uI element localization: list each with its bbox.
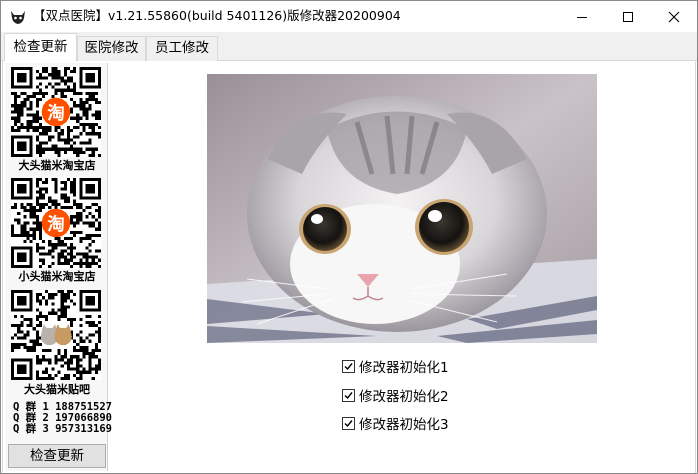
trainer-window: 【双点医院】v1.21.55860(build 5401126)版修改器2020… <box>0 0 698 474</box>
qq-group-3: Q 群 3 957313169 <box>13 423 113 435</box>
checkbox-init-1[interactable] <box>342 359 355 373</box>
check-icon <box>344 362 353 370</box>
cat-photo <box>207 74 597 343</box>
check-icon <box>344 419 353 427</box>
checkbox-init-3[interactable] <box>342 416 355 430</box>
tieba-qr-code <box>11 290 101 380</box>
cat-app-icon <box>11 11 25 24</box>
checkbox-label: 修改器初始化3 <box>359 417 449 433</box>
taobao-qr-code-2: 淘 <box>11 178 101 268</box>
window-title: 【双点医院】v1.21.55860(build 5401126)版修改器2020… <box>33 8 401 23</box>
tab-check-update[interactable]: 检查更新 <box>4 33 77 61</box>
maximize-icon <box>623 11 633 22</box>
close-button[interactable] <box>651 1 697 32</box>
close-icon <box>668 11 680 22</box>
qr-label-tieba: 大头猫米贴吧 <box>24 383 90 396</box>
checkbox-label: 修改器初始化1 <box>359 360 449 376</box>
svg-text:淘: 淘 <box>47 214 64 235</box>
svg-text:淘: 淘 <box>47 103 64 124</box>
taobao-badge-icon: 淘 <box>41 208 71 238</box>
init-option-3[interactable]: 修改器初始化3 <box>342 413 449 433</box>
tab-staff-edit[interactable]: 员工修改 <box>146 36 218 61</box>
checkbox-label: 修改器初始化2 <box>359 389 449 405</box>
check-icon <box>344 391 353 399</box>
qr-label-big-head-shop: 大头猫米淘宝店 <box>18 159 96 172</box>
qr-label-small-head-shop: 小头猫米淘宝店 <box>18 270 96 283</box>
title-bar: 【双点医院】v1.21.55860(build 5401126)版修改器2020… <box>1 1 697 32</box>
init-option-1[interactable]: 修改器初始化1 <box>342 356 449 376</box>
checkbox-init-2[interactable] <box>342 388 355 402</box>
tab-hospital-edit[interactable]: 医院修改 <box>77 36 146 61</box>
taobao-qr-code: 淘 <box>11 67 101 157</box>
minimize-button[interactable] <box>559 1 605 32</box>
check-update-button[interactable]: 检查更新 <box>8 444 106 468</box>
minimize-icon <box>577 16 587 18</box>
init-option-2[interactable]: 修改器初始化2 <box>342 385 449 405</box>
maximize-button[interactable] <box>605 1 651 32</box>
taobao-badge-icon: 淘 <box>41 97 71 127</box>
